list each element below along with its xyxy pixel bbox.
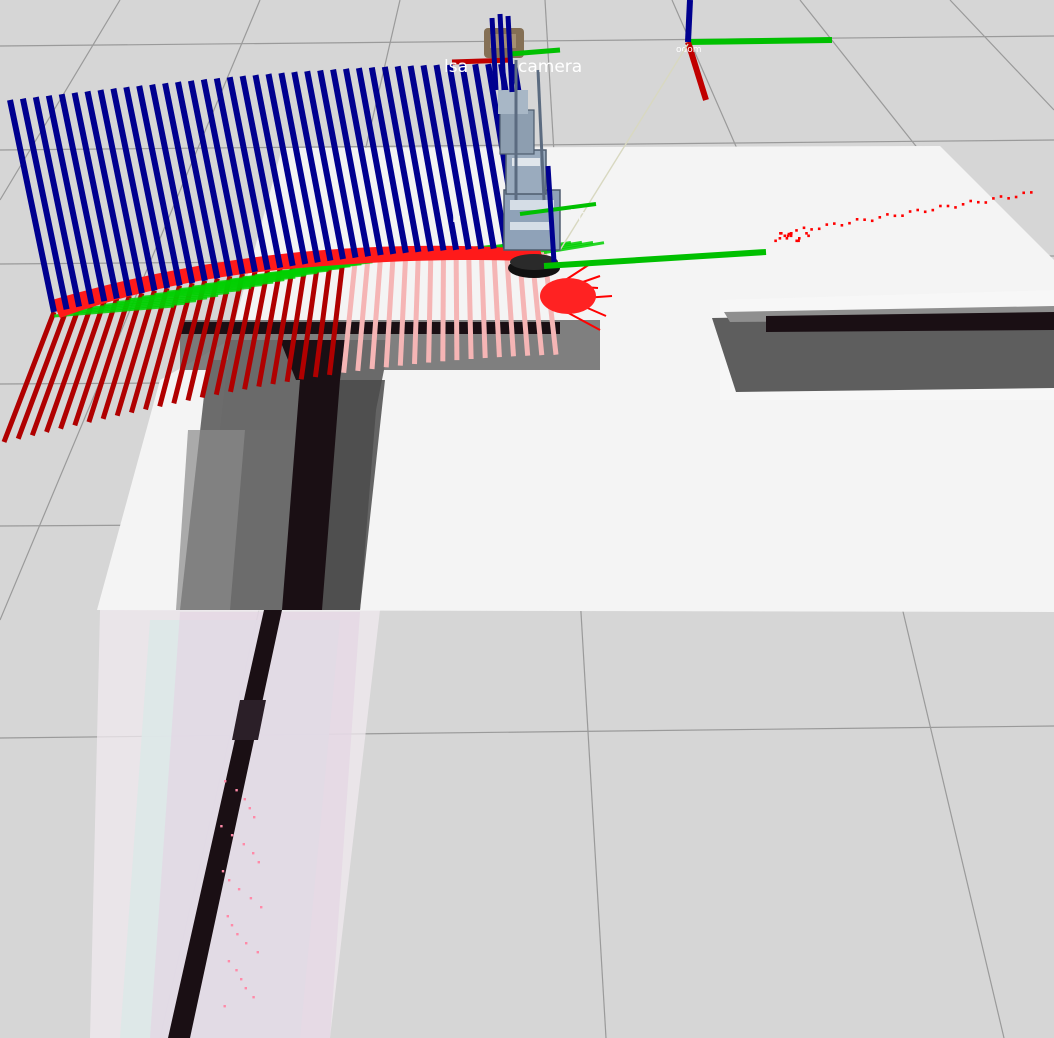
laser-point: [969, 199, 972, 203]
pose-x-axis: [29, 305, 82, 437]
laser-point: [242, 843, 245, 846]
laser-point: [252, 996, 255, 999]
laser-point: [789, 232, 793, 235]
laser-point: [810, 228, 813, 231]
laser-point: [878, 216, 882, 219]
laser-point: [833, 222, 836, 225]
laser-point: [1007, 197, 1010, 200]
laser-point: [779, 232, 782, 235]
laser-point: [908, 210, 912, 213]
laser-point: [954, 206, 957, 209]
laser-point: [795, 229, 798, 232]
laser-point: [220, 825, 223, 828]
laser-point: [961, 203, 965, 206]
laser-point: [228, 879, 231, 882]
laser-point: [893, 214, 897, 218]
laser-point: [802, 226, 806, 230]
laser-point: [235, 969, 238, 972]
laser-point: [235, 789, 238, 792]
odom-frame-axes: odom: [676, 0, 833, 101]
laser-point: [789, 234, 793, 238]
laser-point: [805, 232, 808, 235]
laser-point: [249, 897, 253, 900]
laser-point: [1030, 191, 1033, 194]
laser-point: [227, 960, 231, 963]
laser-point: [848, 221, 851, 225]
pose-x-axis: [426, 251, 434, 363]
laser-point: [1014, 195, 1018, 199]
overlapped-frame-label: lsa: [444, 57, 468, 77]
laser-point: [992, 197, 995, 200]
laser-point: [817, 227, 821, 231]
laser-point: [783, 234, 787, 238]
pose-x-axis: [15, 308, 69, 440]
laser-point: [253, 816, 256, 819]
link-frame-label: link: [570, 208, 596, 224]
laser-point: [855, 218, 859, 221]
laser-point: [774, 239, 777, 243]
scene-canvas[interactable]: odom lsa camera b link: [0, 0, 1054, 1038]
laser-point: [236, 933, 239, 936]
pose-x-axis: [44, 303, 95, 433]
laser-point: [916, 208, 919, 212]
base-frame-label: b: [452, 210, 461, 226]
laser-point: [237, 888, 241, 891]
laser-point: [785, 237, 789, 240]
laser-point: [223, 1005, 226, 1008]
laser-point: [901, 214, 904, 217]
laser-point: [786, 234, 790, 238]
pose-x-axis: [466, 249, 474, 360]
laser-point: [798, 237, 801, 240]
laser-point: [778, 237, 782, 240]
laser-point: [221, 870, 225, 873]
laser-point: [807, 234, 810, 238]
laser-point: [257, 861, 260, 864]
laser-point: [931, 208, 935, 212]
laser-point: [244, 987, 247, 990]
laser-point: [923, 210, 927, 214]
laser-point: [984, 201, 988, 204]
laser-point: [1022, 191, 1025, 195]
laser-point: [224, 780, 227, 783]
laser-point: [946, 204, 950, 208]
laser-point: [226, 915, 229, 918]
laser-point: [240, 978, 243, 981]
laser-point: [886, 213, 889, 216]
laser-point: [870, 219, 874, 223]
camera-frame-label: camera: [518, 57, 582, 77]
laser-point: [977, 200, 980, 204]
laser-point: [230, 834, 234, 837]
laser-point: [840, 224, 844, 227]
pose-x-axis: [440, 250, 446, 362]
laser-point: [260, 906, 263, 909]
laser-point: [863, 218, 866, 221]
laser-point: [248, 807, 251, 810]
laser-point: [825, 223, 829, 226]
odom-frame-label: odom: [676, 45, 702, 55]
laser-point: [939, 204, 942, 208]
3d-viewport[interactable]: odom lsa camera b link: [0, 0, 1054, 1038]
laser-point: [245, 942, 248, 945]
laser-point: [999, 195, 1003, 198]
laser-point: [252, 852, 255, 855]
laser-point: [230, 924, 234, 927]
laser-point: [256, 951, 259, 954]
pose-x-axis: [1, 311, 57, 443]
laser-point: [243, 798, 246, 801]
laser-point: [795, 239, 798, 243]
pose-x-axis: [453, 249, 460, 361]
